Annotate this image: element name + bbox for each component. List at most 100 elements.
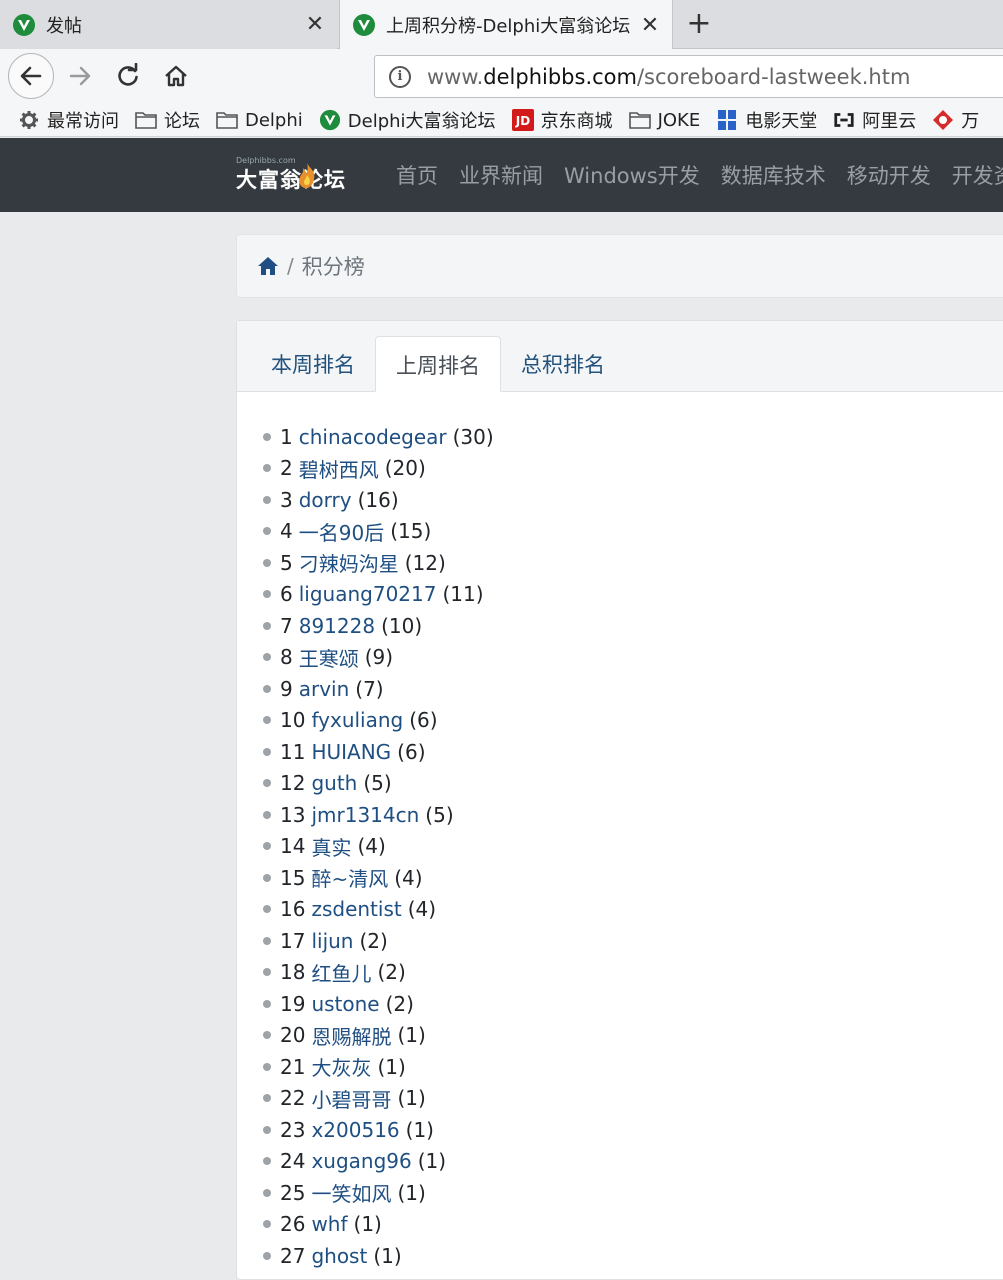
user-link[interactable]: 真实 (311, 832, 351, 861)
browser-tab-post[interactable]: 发帖 ✕ (0, 0, 337, 49)
user-link[interactable]: arvin (299, 677, 350, 701)
rank-number: 2 (280, 456, 293, 481)
site-header: Delphibbs.com 大富翁论坛 首页 业界新闻 Windows开发 数据… (0, 138, 1003, 212)
rank-number: 3 (280, 487, 293, 512)
list-item: 12 guth (5) (263, 768, 494, 800)
tab-this-week[interactable]: 本周排名 (251, 336, 375, 392)
bullet-icon (263, 873, 271, 882)
user-link[interactable]: chinacodegear (299, 425, 447, 449)
bookmark-label: JOKE (657, 109, 701, 131)
bookmark-aliyun[interactable]: 阿里云 (833, 107, 916, 133)
nav-database[interactable]: 数据库技术 (721, 160, 826, 190)
user-link[interactable]: ustone (311, 992, 379, 1016)
user-link[interactable]: HUIANG (311, 740, 391, 764)
home-button[interactable] (153, 53, 199, 99)
site-logo[interactable]: Delphibbs.com 大富翁论坛 (236, 156, 364, 196)
user-link[interactable]: 刁辣妈沟星 (299, 548, 399, 577)
home-icon[interactable] (257, 255, 279, 277)
user-link[interactable]: 红鱼儿 (311, 958, 371, 987)
score-value: (9) (364, 645, 394, 670)
list-item: 3 dorry (16) (263, 484, 494, 516)
nav-home[interactable]: 首页 (396, 160, 438, 190)
list-item: 19 ustone (2) (263, 988, 494, 1020)
rank-number: 8 (280, 645, 293, 670)
card-header: 本周排名 上周排名 总积排名 (237, 321, 1003, 392)
info-icon[interactable]: i (389, 65, 411, 88)
user-link[interactable]: 醉~清风 (311, 863, 388, 892)
logo-text: 大富翁论坛 (236, 167, 346, 192)
nav-windows-dev[interactable]: Windows开发 (564, 160, 700, 190)
bookmark-joke[interactable]: JOKE (628, 109, 701, 131)
bookmark-most-visited[interactable]: 最常访问 (18, 107, 119, 133)
main-nav: 首页 业界新闻 Windows开发 数据库技术 移动开发 开发资 (396, 138, 1003, 212)
user-link[interactable]: ghost (311, 1244, 367, 1268)
list-item: 26 whf (1) (263, 1209, 494, 1241)
user-link[interactable]: 碧树西风 (299, 454, 379, 483)
user-link[interactable]: 大灰灰 (311, 1052, 371, 1081)
bookmark-forum[interactable]: 论坛 (135, 107, 200, 133)
user-link[interactable]: lijun (311, 929, 353, 953)
gear-icon (18, 110, 40, 130)
bullet-icon (263, 590, 271, 599)
user-link[interactable]: dorry (299, 488, 352, 512)
list-item: 21 大灰灰 (1) (263, 1051, 494, 1083)
bookmark-label: Delphi大富翁论坛 (347, 111, 496, 132)
score-value: (5) (363, 771, 392, 796)
user-link[interactable]: x200516 (311, 1118, 399, 1142)
user-link[interactable]: fyxuliang (311, 708, 403, 732)
user-link[interactable]: zsdentist (311, 897, 401, 921)
forward-button[interactable] (57, 53, 103, 99)
rank-number: 11 (280, 739, 306, 764)
browser-tab-scoreboard[interactable]: 上周积分榜-Delphi大富翁论坛 ✕ (339, 0, 673, 50)
list-item: 17 lijun (2) (263, 925, 494, 957)
tab-last-week[interactable]: 上周排名 (375, 336, 501, 392)
bullet-icon (263, 779, 271, 788)
list-item: 16 zsdentist (4) (263, 894, 494, 926)
bullet-icon (263, 1094, 271, 1103)
score-value: (4) (407, 897, 437, 922)
breadcrumb-separator: / (287, 254, 294, 278)
rank-number: 22 (280, 1086, 306, 1111)
bullet-icon (263, 653, 271, 662)
nav-industry-news[interactable]: 业界新闻 (459, 160, 543, 190)
rank-number: 26 (280, 1212, 306, 1237)
list-item: 4 一名90后 (15) (263, 516, 494, 548)
user-link[interactable]: guth (311, 771, 357, 795)
user-link[interactable]: xugang96 (311, 1149, 411, 1173)
user-link[interactable]: 891228 (299, 614, 375, 638)
folder-icon (628, 110, 651, 130)
close-icon[interactable]: ✕ (636, 13, 664, 38)
back-button[interactable] (8, 53, 54, 99)
user-link[interactable]: 小碧哥哥 (311, 1084, 391, 1113)
rank-number: 15 (280, 865, 306, 890)
user-link[interactable]: liguang70217 (299, 582, 437, 606)
list-item: 24 xugang96 (1) (263, 1146, 494, 1178)
bookmark-movie[interactable]: 电影天堂 (716, 107, 817, 133)
bookmark-wan[interactable]: 万 (932, 107, 979, 133)
tab-all-time[interactable]: 总积排名 (501, 336, 625, 392)
nav-mobile-dev[interactable]: 移动开发 (847, 160, 931, 190)
list-item: 9 arvin (7) (263, 673, 494, 705)
address-bar[interactable]: i www.delphibbs.com/scoreboard-lastweek.… (374, 55, 1003, 98)
rank-number: 10 (280, 708, 306, 733)
bookmark-jd[interactable]: JD 京东商城 (511, 107, 613, 133)
user-link[interactable]: whf (311, 1212, 347, 1236)
new-tab-button[interactable]: + (680, 6, 718, 44)
list-item: 11 HUIANG (6) (263, 736, 494, 768)
ranking-list: 1 chinacodegear (30) 2 碧树西风 (20) 3 dorry (16) 4 一名… (263, 421, 494, 1272)
user-link[interactable]: jmr1314cn (311, 803, 419, 827)
close-icon[interactable]: ✕ (301, 12, 329, 37)
aliyun-icon (833, 110, 855, 130)
reload-button[interactable] (105, 53, 151, 99)
bookmark-delphi[interactable]: Delphi (216, 110, 303, 131)
rank-number: 12 (280, 771, 306, 796)
browser-tab-title: 发帖 (46, 15, 82, 37)
score-value: (4) (394, 865, 423, 890)
nav-dev-resources[interactable]: 开发资 (952, 160, 1003, 190)
user-link[interactable]: 恩赐解脱 (311, 1021, 391, 1050)
user-link[interactable]: 一笑如风 (311, 1178, 391, 1207)
user-link[interactable]: 一名90后 (299, 517, 384, 546)
list-item: 1 chinacodegear (30) (263, 421, 494, 453)
user-link[interactable]: 王寒颂 (299, 643, 359, 672)
bookmark-delphibbs[interactable]: Delphi大富翁论坛 (319, 107, 496, 133)
